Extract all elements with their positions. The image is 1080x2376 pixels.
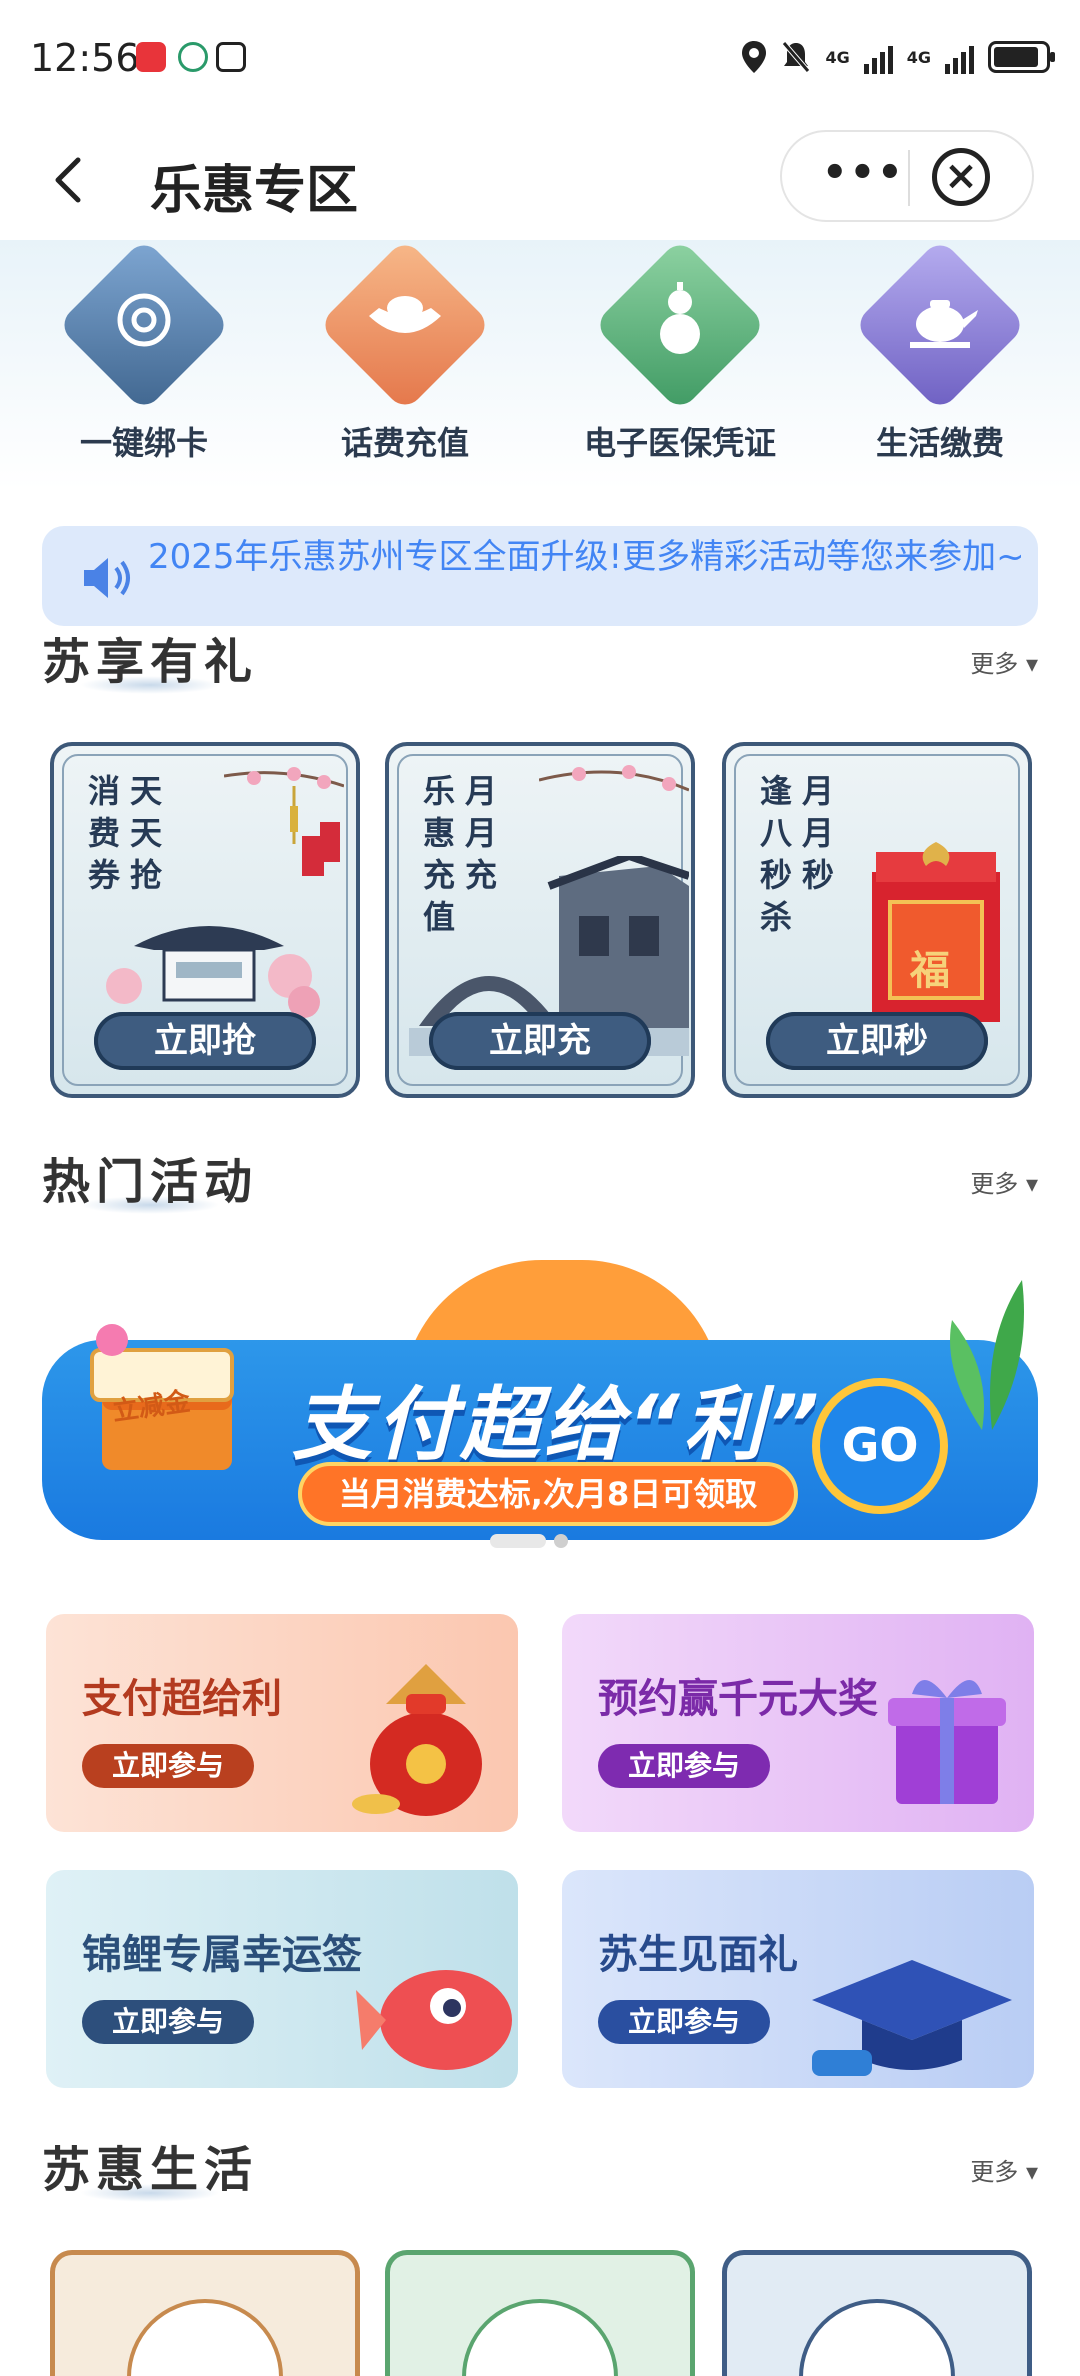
scroll-icon [462,2299,618,2376]
card-vertical-text-1: 逢八秒杀 [760,772,793,936]
service-label: 一键绑卡 [79,424,208,462]
target-glyph-icon [117,293,171,347]
network-label-1: 4G [825,47,850,67]
section-title-suxiang: 苏享有礼 [42,634,259,690]
more-link-suhui[interactable]: 更多 ▾ [970,2152,1038,2187]
announcement-text: 2025年乐惠苏州专区全面升级!更多精彩活动等您来参加~ [148,537,1025,577]
activity-title: 预约赢千元大奖 [598,1675,878,1722]
status-bar: 12:56 4G 4G [0,0,1080,120]
service-label: 话费充值 [340,424,469,462]
lucky-bag-icon [352,1664,482,1816]
service-grid: 一键绑卡 话费充值 电子医保凭证 生活缴费 [0,238,1080,490]
grab-now-button[interactable]: 立即抢 [94,1012,316,1070]
promo-card-coupon[interactable]: 消费券 天天抢 立即抢 [50,742,360,1098]
promo-card-flash-sale[interactable]: 逢八秒杀 月月秒 福 立即秒 [722,742,1032,1098]
signal-icon [863,40,893,74]
go-button[interactable]: GO [812,1378,948,1514]
speaker-icon [84,558,130,598]
teapot-glyph-icon [910,300,978,348]
section-title-suhui: 苏惠生活 [42,2142,259,2198]
recharge-now-button[interactable]: 立即充 [429,1012,651,1070]
service-label: 生活缴费 [875,424,1004,462]
nfc-icon [216,42,246,72]
signal-icon-2 [945,40,974,74]
activity-title: 锦鲤专属幸运签 [82,1931,362,1978]
pavilion-icon [799,2299,955,2376]
banner-pagination [490,1534,568,1548]
card-vertical-text-2: 月月秒 [802,772,835,894]
more-link-hot[interactable]: 更多 ▾ [970,1164,1038,1199]
back-arrow-icon[interactable] [40,150,100,210]
section-title-hot: 热门活动 [42,1154,259,1210]
network-label-2: 4G [906,47,931,67]
life-card-3[interactable] [722,2250,1032,2376]
join-button[interactable]: 立即参与 [598,2000,770,2044]
join-button[interactable]: 立即参与 [82,2000,254,2044]
card-vertical-text-2: 天天抢 [130,772,163,894]
activity-title: 支付超给利 [82,1675,282,1722]
ingot-glyph-icon [369,296,441,333]
battery-icon [988,41,1055,73]
life-card-2[interactable] [385,2250,695,2376]
mini-program-capsule: ••• × [780,130,1034,222]
activity-tile-reserve[interactable]: 预约赢千元大奖 立即参与 [562,1614,1034,1832]
promo-card-recharge[interactable]: 乐惠充值 月月充 立即充 [385,742,695,1098]
hot-activity-banner[interactable]: 立减金 支付超给“利” 当月消费达标,次月8日可领取 GO [42,1260,1038,1560]
sync-icon [178,42,208,72]
mute-icon [782,41,811,73]
service-utility-payment[interactable]: 生活缴费 [830,238,1050,464]
card-vertical-text-1: 消费券 [88,772,121,894]
service-medical-insurance[interactable]: 电子医保凭证 [570,238,790,464]
fortune-character: 福 [910,947,950,994]
blossom-branch-icon [539,765,689,792]
activity-tile-koi[interactable]: 锦鲤专属幸运签 立即参与 [46,1870,518,2088]
app-notification-icon [136,42,166,72]
close-button[interactable]: × [932,148,990,206]
join-button[interactable]: 立即参与 [598,1744,770,1788]
gourd-glyph-icon [660,282,700,354]
capsule-divider [908,150,910,206]
pagination-dot[interactable] [554,1534,568,1548]
banner-headline: 支付超给“利” [292,1378,824,1471]
pavilion-illustration [106,926,320,1018]
activity-tile-pay[interactable]: 支付超给利 立即参与 [46,1614,518,1832]
life-card-1[interactable] [50,2250,360,2376]
seckill-now-button[interactable]: 立即秒 [766,1012,988,1070]
location-icon [742,41,767,73]
service-phone-recharge[interactable]: 话费充值 [295,238,515,464]
pagination-dot-active[interactable] [490,1534,546,1548]
activity-title: 苏生见面礼 [598,1931,798,1978]
lantern-icon [224,767,344,876]
more-menu-button[interactable]: ••• [822,150,905,196]
banner-subtitle: 当月消费达标,次月8日可领取 [298,1462,798,1526]
announcement-bar[interactable]: 2025年乐惠苏州专区全面升级!更多精彩活动等您来参加~ [42,526,1038,626]
service-label: 电子医保凭证 [583,424,776,462]
graduation-cap-icon [812,1960,1012,2076]
leaf-decoration-icon [950,1280,1024,1430]
page-title: 乐惠专区 [150,161,359,221]
gift-box-icon [888,1679,1006,1804]
hat-icon [127,2299,283,2376]
service-bind-card[interactable]: 一键绑卡 [34,238,254,464]
status-time: 12:56 [30,36,140,80]
koi-fish-icon [356,1970,512,2070]
more-link-suxiang[interactable]: 更多 ▾ [970,644,1038,679]
activity-tile-welcome[interactable]: 苏生见面礼 立即参与 [562,1870,1034,2088]
join-button[interactable]: 立即参与 [82,1744,254,1788]
nav-header: 乐惠专区 ••• × [0,120,1080,240]
